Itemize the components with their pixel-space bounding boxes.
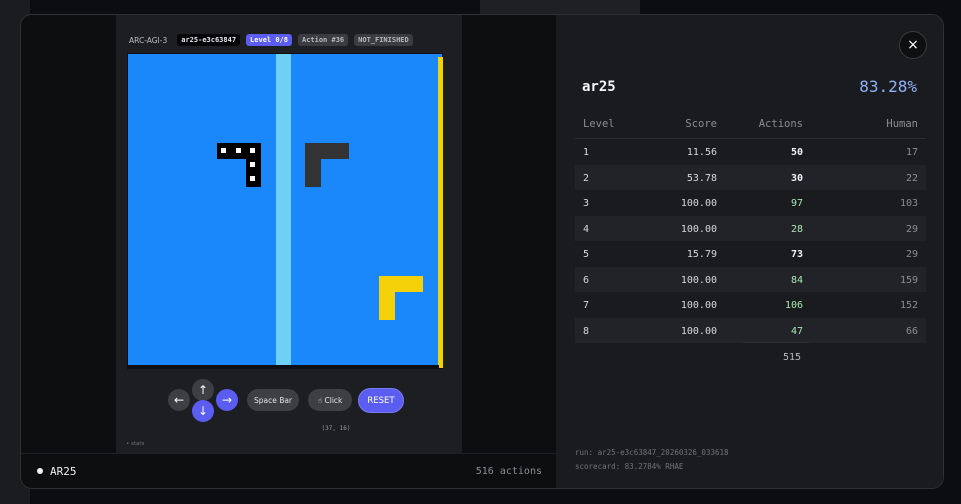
score-cell: 100.00 [680, 274, 717, 286]
score-cell: 100.00 [680, 223, 717, 235]
actions-cell: 30 [790, 172, 803, 184]
human-cell: 159 [899, 274, 918, 286]
actions-cell: 106 [784, 300, 803, 311]
footer-actions-count: 516 actions [475, 466, 542, 477]
game-id-badge: ar25-e3c63847 [177, 34, 241, 46]
piece-dot [250, 148, 255, 153]
score-cell: 100.00 [680, 198, 717, 209]
score-cell: 11.56 [686, 147, 717, 158]
piece-dot [236, 148, 241, 153]
table-row: 6 100.00 84 159 [575, 266, 926, 292]
game-header-title: ARC-AGI-3 [129, 35, 168, 45]
column-header-level: Level [583, 118, 615, 130]
column-header-human: Human [886, 118, 918, 130]
run-meta: run: ar25-e3c63847_20260326_033618 score… [575, 446, 729, 474]
light-blue-stripe [276, 54, 291, 365]
click-coords: (37, 16) [321, 425, 351, 432]
human-cell: 17 [905, 147, 918, 158]
game-panel: ARC-AGI-3 ar25-e3c63847 Level 0/8 Action… [116, 15, 462, 453]
total-actions: 515 [743, 342, 809, 363]
game-canvas[interactable] [127, 53, 443, 369]
scorecard-game-name: ar25 [582, 79, 616, 95]
human-cell: 152 [899, 300, 918, 311]
table-row: 4 100.00 28 29 [575, 215, 926, 241]
actions-cell: 28 [790, 223, 803, 235]
game-modal: ARC-AGI-3 ar25-e3c63847 Level 0/8 Action… [20, 14, 944, 489]
level-cell: 7 [583, 300, 590, 311]
level-badge: Level 0/8 [246, 34, 292, 46]
level-cell: 4 [583, 223, 590, 235]
game-view-pane: ARC-AGI-3 ar25-e3c63847 Level 0/8 Action… [21, 15, 556, 488]
table-row: 7 100.00 106 152 [575, 292, 926, 318]
background-strip [480, 0, 640, 14]
game-footer: AR25 516 actions [21, 453, 556, 488]
piece-dot [250, 162, 255, 167]
score-cell: 100.00 [680, 325, 717, 337]
actions-cell: 47 [790, 325, 803, 337]
game-controls: ← ↑ ↓ → Space Bar ☝ Click (37, 16) RESET [116, 379, 462, 435]
table-row: 5 15.79 73 29 [575, 241, 926, 267]
left-arrow-button[interactable]: ← [168, 389, 190, 411]
score-cell: 100.00 [680, 300, 717, 311]
level-cell: 6 [583, 274, 590, 286]
click-button[interactable]: ☝ Click [308, 389, 352, 411]
up-arrow-button[interactable]: ↑ [192, 379, 214, 401]
gray-piece-stem [305, 143, 321, 187]
right-arrow-button[interactable]: → [216, 389, 238, 411]
table-header: Level Score Actions Human [575, 113, 926, 139]
action-badge: Action #36 [297, 34, 349, 46]
yellow-edge-bar [438, 57, 443, 368]
close-icon[interactable]: × [899, 31, 927, 59]
level-cell: 8 [583, 325, 590, 337]
score-cell: 53.78 [686, 172, 717, 184]
level-cell: 5 [583, 249, 590, 260]
scorecard-summary: scorecard: 83.2784% RHAE [575, 462, 684, 471]
piece-dot [221, 148, 226, 153]
level-cell: 1 [583, 147, 590, 158]
footer-game-name: AR25 [50, 465, 77, 478]
yellow-piece-bottom [379, 276, 423, 292]
game-header: ARC-AGI-3 ar25-e3c63847 Level 0/8 Action… [129, 34, 413, 46]
levels-table: Level Score Actions Human 1 11.56 50 17 2 53.… [575, 113, 926, 343]
stats-link[interactable]: • stats [126, 441, 144, 447]
level-cell: 2 [583, 172, 590, 184]
score-cell: 15.79 [686, 249, 717, 260]
reset-button[interactable]: RESET [358, 388, 404, 413]
actions-cell: 97 [790, 198, 803, 209]
human-cell: 103 [899, 198, 918, 209]
status-dot-icon [37, 468, 43, 474]
actions-cell: 84 [790, 274, 803, 286]
piece-dot [250, 176, 255, 181]
actions-cell: 73 [790, 249, 803, 260]
human-cell: 29 [905, 223, 918, 235]
space-bar-button[interactable]: Space Bar [247, 389, 299, 411]
status-badge: NOT_FINISHED [354, 34, 413, 46]
table-row: 1 11.56 50 17 [575, 139, 926, 165]
human-cell: 22 [905, 172, 918, 184]
down-arrow-button[interactable]: ↓ [192, 400, 214, 422]
table-row: 3 100.00 97 103 [575, 190, 926, 216]
human-cell: 66 [905, 325, 918, 337]
scorecard-percent: 83.28% [859, 77, 917, 96]
actions-cell: 50 [790, 147, 803, 158]
scorecard-pane: × ar25 83.28% Level Score Actions Human … [556, 15, 943, 488]
human-cell: 29 [905, 249, 918, 260]
table-row: 8 100.00 47 66 [575, 317, 926, 343]
column-header-actions: Actions [758, 118, 803, 130]
canvas-bottom-edge [128, 365, 439, 369]
run-id: run: ar25-e3c63847_20260326_033618 [575, 448, 729, 457]
column-header-score: Score [685, 118, 717, 130]
level-cell: 3 [583, 198, 590, 209]
table-row: 2 53.78 30 22 [575, 164, 926, 190]
